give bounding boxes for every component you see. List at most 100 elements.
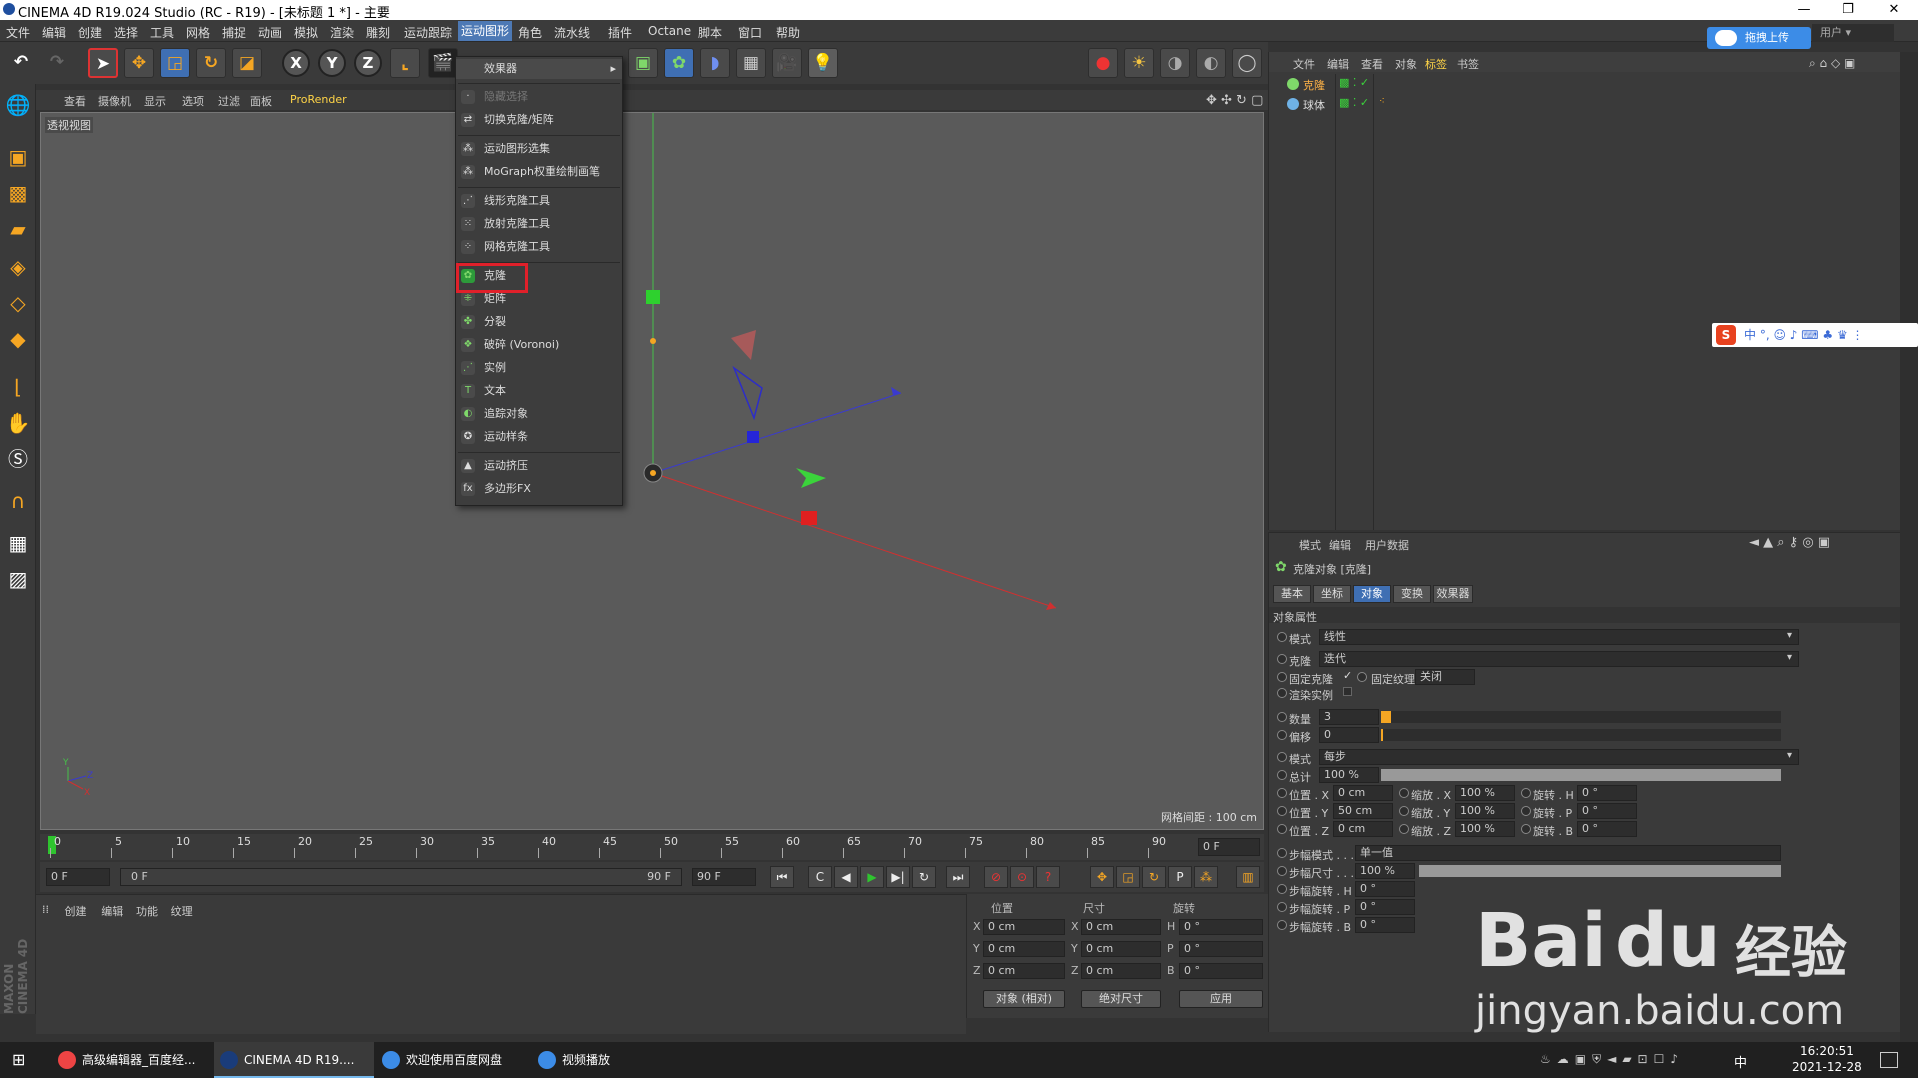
- radio-button[interactable]: [1277, 654, 1287, 664]
- polygons-mode-icon[interactable]: ◆: [3, 324, 33, 354]
- record-keys-icon[interactable]: ⊘: [984, 866, 1008, 888]
- radio-button[interactable]: [1521, 788, 1531, 798]
- taskbar-item-2[interactable]: 欢迎使用百度网盘: [376, 1042, 528, 1078]
- ime-indicator[interactable]: 中: [1734, 1052, 1747, 1071]
- menu-item-11[interactable]: ⋰ 实例: [456, 358, 622, 378]
- coord-size-field[interactable]: 0 cm: [1081, 919, 1161, 935]
- menu-item-16[interactable]: fx 多边形FX: [456, 479, 622, 499]
- tweak-mode-icon[interactable]: ✋: [3, 408, 33, 438]
- attr-scale-field[interactable]: 100 %: [1455, 821, 1515, 837]
- taskbar-item-1[interactable]: CINEMA 4D R19....: [214, 1042, 374, 1078]
- attr-subtab-4[interactable]: 效果器: [1433, 585, 1473, 603]
- radio-button[interactable]: [1399, 824, 1409, 834]
- attr-total-field[interactable]: 100 %: [1319, 767, 1379, 783]
- points-mode-icon[interactable]: ◈: [3, 252, 33, 282]
- camera-icon[interactable]: 🎥: [772, 48, 802, 78]
- coord-rotation-field[interactable]: 0 °: [1179, 963, 1263, 979]
- attr-tab-1[interactable]: 编辑: [1329, 537, 1351, 553]
- globe-icon[interactable]: 🌐: [3, 90, 33, 120]
- viewport-tab-2[interactable]: 显示: [144, 93, 166, 109]
- menu-item-3[interactable]: ⁂ MoGraph权重绘制画笔: [456, 162, 622, 182]
- solo-icon[interactable]: Ⓢ: [3, 444, 33, 474]
- current-frame-field[interactable]: 0 F: [1198, 838, 1260, 856]
- render-view-icon[interactable]: 🎬: [428, 48, 458, 78]
- attr-fix-texture-dropdown[interactable]: 关闭: [1415, 669, 1475, 685]
- floor-icon[interactable]: ▦: [736, 48, 766, 78]
- record-icon[interactable]: ●: [1088, 48, 1118, 78]
- grid-lock-icon[interactable]: ▦: [3, 528, 33, 558]
- attr-subtab-0[interactable]: 基本: [1273, 585, 1311, 603]
- tag-icon[interactable]: ⁖: [1379, 96, 1385, 107]
- attr-mode2-field[interactable]: 每步: [1319, 749, 1799, 765]
- viewport-tab-0[interactable]: 查看: [64, 93, 86, 109]
- coord-rotation-field[interactable]: 0 °: [1179, 919, 1263, 935]
- menu-3[interactable]: 选择: [114, 24, 138, 41]
- radio-button[interactable]: [1357, 672, 1367, 682]
- effector-submenu[interactable]: 效果器 ▸: [456, 59, 622, 79]
- menu-item-12[interactable]: T 文本: [456, 381, 622, 401]
- radio-button[interactable]: [1277, 688, 1287, 698]
- clock-time[interactable]: 16:20:51: [1800, 1044, 1854, 1058]
- object-manager-tab-1[interactable]: 编辑: [1327, 56, 1349, 72]
- redo-icon[interactable]: ↷: [42, 48, 72, 78]
- viewport-tab-1[interactable]: 摄像机: [98, 93, 131, 109]
- y-axis-lock-button[interactable]: Y: [318, 49, 346, 77]
- light-icon[interactable]: 💡: [808, 48, 838, 78]
- menu-2[interactable]: 创建: [78, 24, 102, 41]
- attr-pos-field[interactable]: 0 cm: [1333, 821, 1393, 837]
- menu-item-4[interactable]: ⋰ 线形克隆工具: [456, 191, 622, 211]
- key-rotation-icon[interactable]: ↻: [1142, 866, 1166, 888]
- rotate-icon[interactable]: ↻: [196, 48, 226, 78]
- attr-pos-field[interactable]: 50 cm: [1333, 803, 1393, 819]
- edges-mode-icon[interactable]: ◇: [3, 288, 33, 318]
- radio-button[interactable]: [1277, 770, 1287, 780]
- menu-11[interactable]: 运动跟踪: [404, 24, 452, 41]
- menu-17[interactable]: 脚本: [698, 24, 722, 41]
- radio-button[interactable]: [1521, 806, 1531, 816]
- radio-button[interactable]: [1277, 730, 1287, 740]
- previous-frame-icon[interactable]: ◀: [834, 866, 858, 888]
- menu-item-15[interactable]: ▲ 运动挤压: [456, 456, 622, 476]
- menu-7[interactable]: 动画: [258, 24, 282, 41]
- select-arrow-icon[interactable]: ➤: [88, 48, 118, 78]
- notification-icon[interactable]: [1880, 1052, 1898, 1068]
- coord-position-field[interactable]: 0 cm: [983, 941, 1065, 957]
- attr-subtab-2[interactable]: 对象: [1353, 585, 1391, 603]
- object-manager-tab-3[interactable]: 对象: [1395, 56, 1417, 72]
- radio-button[interactable]: [1277, 632, 1287, 642]
- menu-item-6[interactable]: ⁘ 网格克隆工具: [456, 237, 622, 257]
- sogou-ime-toolbar[interactable]: S 中 °, ☺ ♪ ⌨ ♣ ♛ ⋮: [1712, 323, 1918, 347]
- material-tab-0[interactable]: 创建: [65, 903, 87, 919]
- attr-clone-field[interactable]: 迭代: [1319, 651, 1799, 667]
- timeline-window-icon[interactable]: ▥: [1236, 866, 1260, 888]
- menu-15[interactable]: 插件: [608, 24, 632, 41]
- menu-item-14[interactable]: ✪ 运动样条: [456, 427, 622, 447]
- attr-nav-icons[interactable]: ◄ ▲ ⌕ ⚷ ◎ ▣: [1749, 535, 1830, 550]
- attr-subtab-1[interactable]: 坐标: [1313, 585, 1351, 603]
- recent-tool-icon[interactable]: ◪: [232, 48, 262, 78]
- sun-icon[interactable]: ☀: [1124, 48, 1154, 78]
- x-axis-lock-button[interactable]: X: [282, 49, 310, 77]
- radio-button[interactable]: [1521, 824, 1531, 834]
- menu-item-2[interactable]: ⁂ 运动图形选集: [456, 139, 622, 159]
- move-icon[interactable]: ✥: [124, 48, 154, 78]
- material-tab-2[interactable]: 功能: [136, 903, 158, 919]
- attr-step-rot-field[interactable]: 0 °: [1355, 881, 1415, 897]
- object-manager-tab-4[interactable]: 标签: [1425, 56, 1447, 72]
- windows-start-icon[interactable]: ⊞: [12, 1052, 28, 1068]
- radio-button[interactable]: [1277, 788, 1287, 798]
- menu-13[interactable]: 角色: [518, 24, 542, 41]
- object-manager-tab-2[interactable]: 查看: [1361, 56, 1383, 72]
- menu-item-13[interactable]: ◐ 追踪对象: [456, 404, 622, 424]
- object-manager-tab-0[interactable]: 文件: [1293, 56, 1315, 72]
- attr-tab-2[interactable]: 用户数据: [1365, 537, 1409, 553]
- apply-button[interactable]: 应用: [1179, 990, 1263, 1008]
- radio-button[interactable]: [1277, 848, 1287, 858]
- menu-1[interactable]: 编辑: [42, 24, 66, 41]
- object-visibility-icon[interactable]: ▩ ⁚ ✓: [1339, 96, 1369, 109]
- attr-rot-field[interactable]: 0 °: [1577, 803, 1637, 819]
- viewport-tab-3[interactable]: 选项: [182, 93, 204, 109]
- go-to-start-icon[interactable]: ⏮: [770, 866, 794, 888]
- maximize-button[interactable]: ❐: [1828, 0, 1868, 20]
- coordinate-system-icon[interactable]: ⌞: [390, 48, 420, 78]
